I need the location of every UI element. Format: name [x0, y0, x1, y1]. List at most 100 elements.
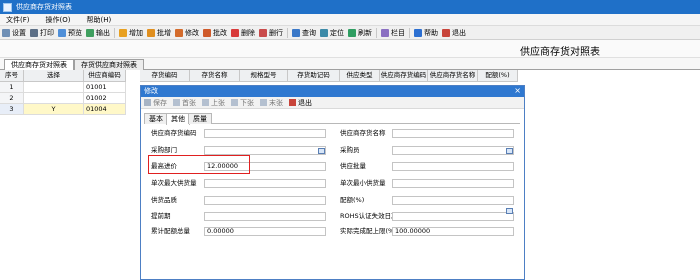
col-header-inv-name[interactable]: 存货名称	[190, 70, 240, 82]
actual-limit-label: 实际完成配上限(%)	[340, 227, 397, 235]
help-icon	[414, 28, 422, 37]
dialog-tab-strip: 基本 其他 质量	[144, 113, 520, 125]
purchaser-field[interactable]	[392, 146, 514, 155]
dialog-exit-button[interactable]: 退出	[289, 98, 312, 108]
close-icon[interactable]: ×	[514, 86, 521, 96]
delete-icon	[231, 28, 239, 37]
lead-time-field[interactable]	[204, 212, 326, 221]
locate-icon	[320, 28, 328, 37]
vendor-inv-name-field[interactable]	[392, 129, 514, 138]
batch-add-button[interactable]: 批增	[147, 28, 171, 38]
next-record-button[interactable]: 下张	[231, 98, 254, 108]
tab-quality[interactable]: 质量	[188, 113, 212, 124]
row-index[interactable]: 2	[0, 93, 24, 104]
tab-other[interactable]: 其他	[166, 113, 190, 125]
help-button[interactable]: 帮助	[414, 28, 438, 38]
page-title: 供应商存货对照表	[520, 47, 600, 58]
col-header-select[interactable]: 选择	[24, 70, 84, 82]
calendar-icon[interactable]	[506, 208, 513, 214]
vendor-inv-code-field[interactable]	[204, 129, 326, 138]
print-button[interactable]: 打印	[30, 28, 54, 38]
delete-button[interactable]: 删除	[231, 28, 255, 38]
edit-button[interactable]: 修改	[175, 28, 199, 38]
refresh-button[interactable]: 刷新	[348, 28, 372, 38]
delete-row-icon	[259, 28, 267, 37]
rohs-expiry-label: ROHS认证失效日期	[340, 212, 398, 220]
delete-row-button[interactable]: 删行	[259, 28, 283, 38]
col-header-vendor-code[interactable]: 供应商编码	[84, 70, 126, 82]
col-header-mnemonic[interactable]: 存货助记码	[288, 70, 340, 82]
dialog-titlebar: 修改 ×	[141, 86, 524, 97]
col-header-spec[interactable]: 规格型号	[240, 70, 288, 82]
settings-button[interactable]: 设置	[2, 28, 26, 38]
columns-button[interactable]: 栏目	[381, 28, 405, 38]
row-select[interactable]	[24, 93, 84, 104]
save-button[interactable]: 保存	[144, 98, 167, 108]
max-supply-qty-field[interactable]	[204, 179, 326, 188]
row-vendor-code[interactable]: 01004	[84, 104, 126, 115]
app-icon	[3, 2, 12, 12]
calendar-icon[interactable]	[506, 148, 513, 154]
preview-icon	[58, 28, 66, 37]
edit-icon	[175, 28, 183, 37]
settings-icon	[2, 28, 10, 37]
first-record-button[interactable]: 首张	[173, 98, 196, 108]
batch-add-icon	[147, 28, 155, 37]
rohs-expiry-field[interactable]	[392, 212, 514, 221]
row-index[interactable]: 1	[0, 82, 24, 93]
batch-edit-button[interactable]: 批改	[203, 28, 227, 38]
next-icon	[231, 99, 238, 106]
actual-limit-field[interactable]: 100.00000	[392, 227, 514, 236]
window-title: 供应商存货对照表	[16, 3, 72, 11]
last-icon	[260, 99, 267, 106]
supply-batch-field[interactable]	[392, 162, 514, 171]
toolbar-separator	[114, 27, 115, 38]
row-select[interactable]: Y	[24, 104, 84, 115]
col-header-quota[interactable]: 配额(%)	[478, 70, 518, 82]
last-record-button[interactable]: 末张	[260, 98, 283, 108]
export-button[interactable]: 输出	[86, 28, 110, 38]
preview-button[interactable]: 预览	[58, 28, 82, 38]
col-header-index[interactable]: 序号	[0, 70, 24, 82]
exit-button[interactable]: 退出	[442, 28, 466, 38]
prev-record-button[interactable]: 上张	[202, 98, 225, 108]
col-header-inv-code[interactable]: 存货编码	[140, 70, 190, 82]
col-header-vendor-inv-name[interactable]: 供应商存货名称	[428, 70, 478, 82]
refresh-icon	[348, 28, 356, 37]
add-button[interactable]: 增加	[119, 28, 143, 38]
menu-help[interactable]: 帮助(H)	[86, 15, 111, 25]
query-button[interactable]: 查询	[292, 28, 316, 38]
prev-icon	[202, 99, 209, 106]
dialog-toolbar: 保存 首张 上张 下张 末张 退出	[141, 97, 524, 109]
calendar-icon[interactable]	[318, 148, 325, 154]
min-supply-qty-field[interactable]	[392, 179, 514, 188]
col-header-supply-type[interactable]: 供应类型	[340, 70, 380, 82]
window-titlebar: 供应商存货对照表	[0, 0, 700, 14]
tab-strip: 供应商存货对照表 存货供应商对照表	[0, 58, 700, 71]
row-vendor-code[interactable]: 01002	[84, 93, 126, 104]
purchaser-label: 采购员	[340, 146, 360, 154]
toolbar-separator	[376, 27, 377, 38]
columns-icon	[381, 28, 389, 37]
quota-field[interactable]	[392, 196, 514, 205]
tab-basic[interactable]: 基本	[144, 113, 168, 124]
supply-quality-field[interactable]	[204, 196, 326, 205]
query-icon	[292, 28, 300, 37]
row-select[interactable]	[24, 82, 84, 93]
vendor-inv-code-label: 供应商存货编码	[151, 129, 197, 137]
menu-operation[interactable]: 操作(O)	[46, 15, 71, 25]
supply-batch-label: 供应批量	[340, 162, 366, 170]
row-vendor-code[interactable]: 01001	[84, 82, 126, 93]
exit-icon	[289, 99, 296, 106]
export-icon	[86, 28, 94, 37]
col-header-vendor-inv-code[interactable]: 供应商存货编码	[380, 70, 428, 82]
purchase-dept-field[interactable]	[204, 146, 326, 155]
cum-quota-field[interactable]: 0.00000	[204, 227, 326, 236]
quota-label: 配额(%)	[340, 196, 365, 204]
menu-file[interactable]: 文件(F)	[6, 15, 30, 25]
row-index[interactable]: 3	[0, 104, 24, 115]
tab-inventory-vendor[interactable]: 存货供应商对照表	[74, 59, 144, 70]
locate-button[interactable]: 定位	[320, 28, 344, 38]
first-icon	[173, 99, 180, 106]
exit-icon	[442, 28, 450, 37]
